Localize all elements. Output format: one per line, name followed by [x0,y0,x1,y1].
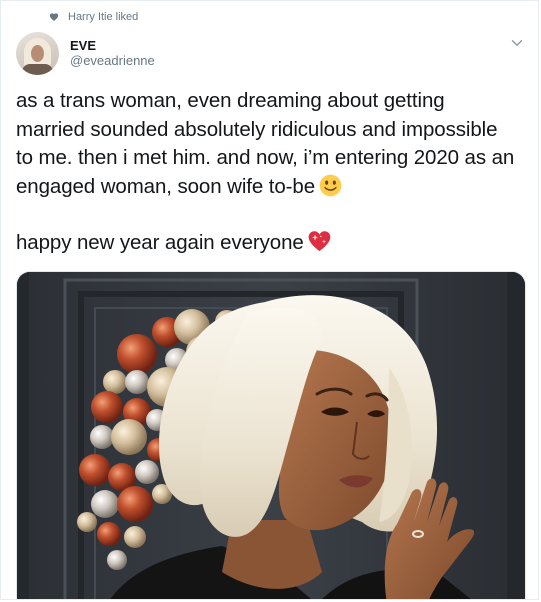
slightly-smiling-face-emoji [319,174,342,196]
social-context: Harry Itie liked [49,11,138,23]
sparkling-heart-emoji [308,231,331,252]
avatar[interactable] [16,32,59,75]
tweet-text: as a trans woman, even dreaming about ge… [16,87,516,258]
tweet-photo-image [17,272,525,599]
tweet-card[interactable]: Harry Itie liked EVE @eveadrienne as a t… [0,0,539,600]
chevron-down-icon[interactable] [510,36,524,50]
display-name[interactable]: EVE [70,38,155,53]
author-names[interactable]: EVE @eveadrienne [70,38,155,69]
user-handle[interactable]: @eveadrienne [70,53,155,69]
social-context-text[interactable]: Harry Itie liked [68,11,138,23]
tweet-paragraph-1: as a trans woman, even dreaming about ge… [16,89,515,198]
heart-icon [49,13,59,21]
tweet-photo[interactable] [16,271,526,599]
tweet-paragraph-2: happy new year again everyone [16,229,516,258]
